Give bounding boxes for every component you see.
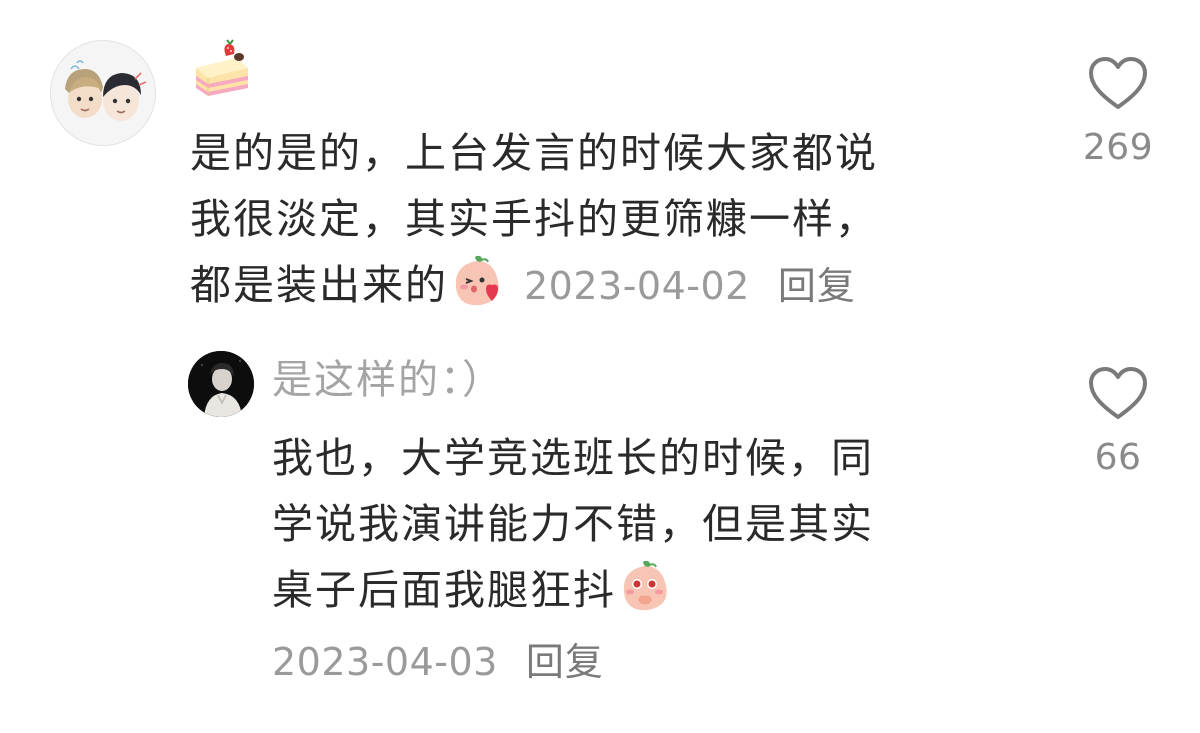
- strawberry-cake-icon: [196, 39, 248, 96]
- peach-shy-emoji-icon: [618, 560, 672, 614]
- like-control: 269: [1068, 55, 1168, 168]
- dark-portrait-avatar-icon: [188, 351, 254, 417]
- comment-body: 是的是的，上台发言的时候大家都说 我很淡定，其实手抖的更筛糠一样， 都是装出来的…: [190, 120, 878, 318]
- peach-kiss-heart-emoji-icon: [450, 255, 504, 309]
- reply-button[interactable]: 回复: [526, 640, 604, 684]
- heart-outline-icon[interactable]: [1087, 365, 1149, 423]
- like-control: 66: [1068, 365, 1168, 478]
- reply-date: 2023-04-03: [272, 640, 498, 684]
- commenter-avatar[interactable]: [50, 40, 156, 146]
- replier-username[interactable]: 是这样的：）: [272, 352, 504, 408]
- replier-avatar[interactable]: [188, 351, 254, 417]
- comment-text-line: 学说我演讲能力不错，但是其实: [272, 500, 874, 548]
- heart-outline-icon[interactable]: [1087, 55, 1149, 113]
- comment-text-line: 都是装出来的: [190, 261, 448, 309]
- comment-text-line: 是的是的，上台发言的时候大家都说: [190, 129, 878, 177]
- reply-button[interactable]: 回复: [778, 264, 856, 308]
- comment-text-line: 桌子后面我腿狂抖: [272, 566, 616, 614]
- reply-body: 我也，大学竞选班长的时候，同 学说我演讲能力不错，但是其实 桌子后面我腿狂抖: [272, 425, 874, 623]
- name-sticker[interactable]: [192, 38, 252, 98]
- comment-text-line: 我也，大学竞选班长的时候，同: [272, 434, 874, 482]
- couple-cartoon-avatar-icon: [51, 41, 155, 145]
- comment-text-line: 我很淡定，其实手抖的更筛糠一样，: [190, 195, 878, 243]
- reply-meta: 2023-04-03 回复: [272, 632, 604, 700]
- like-count: 66: [1094, 437, 1142, 478]
- comment-date: 2023-04-02: [524, 264, 750, 308]
- like-count: 269: [1082, 127, 1154, 168]
